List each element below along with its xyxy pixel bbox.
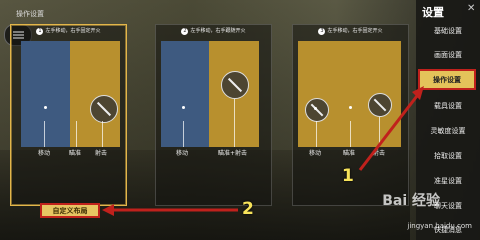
- arrow-2-head: [102, 204, 114, 216]
- arrow-1-line: [358, 91, 422, 171]
- watermark-url: jingyan.baidu.com: [407, 222, 472, 230]
- annotation-number-2: 2: [242, 199, 254, 219]
- watermark-logo: Bai 经验: [382, 193, 440, 209]
- annotation-number-1: 1: [342, 166, 354, 186]
